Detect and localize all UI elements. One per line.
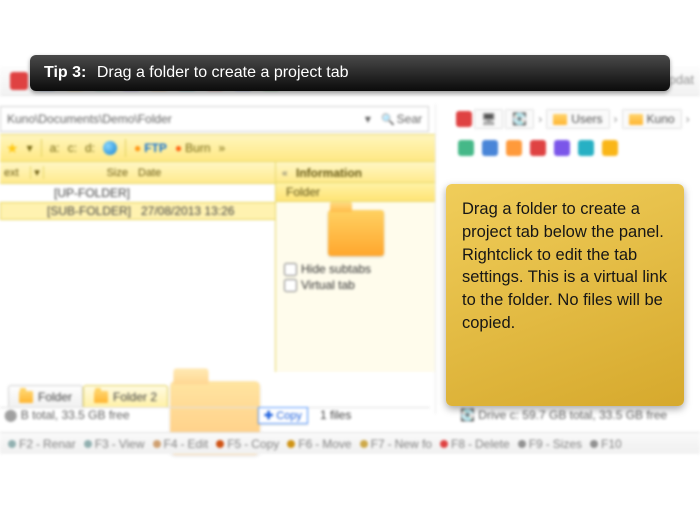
file-name: [UP-FOLDER] (40, 186, 140, 200)
folder-icon (19, 391, 33, 403)
ftp-button[interactable]: FTP (134, 141, 167, 155)
breadcrumb-segment[interactable]: Kuno (622, 109, 682, 129)
col-sort-icon[interactable]: ▾ (30, 166, 44, 179)
app-icon[interactable] (456, 111, 472, 127)
separator (125, 139, 126, 157)
drag-copy-badge: Copy (258, 407, 308, 424)
fav-dropdown-icon[interactable]: ▾ (27, 141, 33, 155)
col-ext[interactable]: ext (0, 167, 30, 179)
info-type: Folder (276, 183, 435, 202)
tip-title: Drag a folder to create a project tab (97, 64, 349, 82)
folder-icon (328, 210, 384, 256)
status-right: 💽 Drive c: 59.7 GB total, 33.5 GB free (460, 408, 667, 422)
tip-header: Tip 3: Drag a folder to create a project… (30, 55, 670, 91)
address-path: Kuno\Documents\Demo\Folder (7, 112, 172, 126)
info-pane: « Information Folder Hide subtabs Virtua… (275, 162, 435, 372)
separator (41, 139, 42, 157)
breadcrumb-arrow-icon (612, 112, 620, 126)
burn-button[interactable]: Burn (175, 141, 211, 155)
toolbar-icon[interactable] (506, 140, 522, 156)
toolbar-icon[interactable] (482, 140, 498, 156)
network-icon[interactable] (103, 141, 117, 155)
hide-subtabs-checkbox[interactable]: Hide subtabs (284, 262, 427, 276)
tip-callout: Drag a folder to create a project tab be… (446, 184, 684, 406)
file-name: [SUB-FOLDER] (41, 204, 141, 218)
col-size[interactable]: Size (44, 167, 138, 179)
toolbar-icon[interactable] (554, 140, 570, 156)
search-label[interactable]: Sear (381, 112, 422, 126)
tab-label: Folder 2 (113, 390, 157, 404)
collapse-icon[interactable]: « (282, 168, 288, 179)
drive-d-icon[interactable]: d: (85, 141, 95, 155)
toolbar-icon[interactable] (602, 140, 618, 156)
drag-count: 1 files (320, 408, 351, 422)
address-dropdown-icon[interactable]: ▾ (365, 112, 371, 126)
left-panel: Kuno\Documents\Demo\Folder ▾ Sear ▾ a: c… (0, 104, 436, 414)
breadcrumb-arrow-icon (684, 112, 692, 126)
project-tab[interactable]: Folder (8, 385, 83, 407)
monitor-icon[interactable]: 🖥 (474, 109, 503, 129)
breadcrumb-arrow-icon (536, 112, 544, 126)
panel-toolbar: ▾ a: c: d: FTP Burn » (0, 134, 435, 162)
virtual-tab-checkbox[interactable]: Virtual tab (284, 278, 427, 292)
toolbar-icon[interactable] (458, 140, 474, 156)
drive-a-icon[interactable]: a: (50, 141, 60, 155)
address-bar[interactable]: Kuno\Documents\Demo\Folder ▾ Sear (0, 106, 429, 132)
col-date[interactable]: Date (138, 167, 248, 179)
tab-label: Folder (38, 390, 72, 404)
breadcrumb-segment[interactable]: Users (546, 109, 609, 129)
project-tab-active[interactable]: Folder 2 (83, 385, 168, 407)
toolbar-icon[interactable] (10, 72, 28, 90)
folder-icon (94, 391, 108, 403)
folder-icon (629, 114, 643, 125)
drive-icon[interactable]: 💽 (505, 109, 534, 129)
toolbar-icon[interactable] (578, 140, 594, 156)
toolbar-more-icon[interactable]: » (219, 141, 226, 155)
fade-overlay (0, 446, 700, 506)
project-tabs: Folder Folder 2 (0, 384, 430, 408)
tip-prefix: Tip 3: (44, 64, 86, 82)
fade-overlay (0, 0, 700, 60)
folder-icon (553, 114, 567, 125)
favorites-icon[interactable] (6, 140, 19, 157)
right-address-bar[interactable]: 🖥 💽 Users Kuno (456, 106, 696, 132)
toolbar-icon[interactable] (530, 140, 546, 156)
info-heading: Information (276, 162, 435, 183)
right-toolbar (452, 134, 700, 162)
status-left: ⬤ B total, 33.5 GB free (4, 408, 130, 422)
drive-c-icon[interactable]: c: (68, 141, 77, 155)
